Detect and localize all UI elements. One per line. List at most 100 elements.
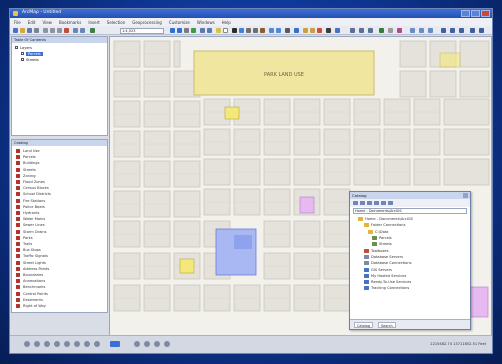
menu-edit[interactable]: Edit (28, 20, 36, 25)
toggle-contents-icon[interactable] (374, 201, 379, 205)
text-tool-icon[interactable] (450, 28, 455, 33)
redo-icon[interactable] (80, 28, 85, 33)
print-icon[interactable] (34, 28, 39, 33)
spatial-analyst-icon[interactable] (397, 28, 402, 33)
toc-layer-parcels[interactable]: Parcels (21, 51, 43, 56)
select-features-icon[interactable] (216, 28, 221, 33)
next-extent-icon[interactable] (207, 28, 212, 33)
catalog-window-header[interactable]: Catalog (350, 192, 470, 199)
layout-toggle-icon[interactable] (84, 341, 90, 347)
options-icon[interactable] (388, 201, 393, 205)
catalog-icon[interactable] (310, 28, 315, 33)
page-prev-icon[interactable] (34, 341, 40, 347)
editor-toolbar-icon[interactable] (294, 28, 299, 33)
menu-geoprocessing[interactable]: Geoprocessing (132, 20, 162, 25)
paste-icon[interactable] (57, 28, 62, 33)
page-first-icon[interactable] (24, 341, 30, 347)
highlighted-parcel-pink[interactable] (299, 196, 315, 214)
go-to-xy-icon[interactable] (276, 28, 281, 33)
arctoolbox-icon[interactable] (317, 28, 322, 33)
search-icon[interactable] (350, 28, 355, 33)
toolbar-options-icon[interactable] (388, 28, 393, 33)
layer-checkbox[interactable] (21, 58, 24, 61)
undo-icon[interactable] (73, 28, 78, 33)
zoom-fixed-in-icon[interactable] (154, 341, 160, 347)
toc-root[interactable]: Layers (15, 45, 32, 50)
zoom-100-icon[interactable] (144, 341, 150, 347)
full-extent-icon[interactable] (191, 28, 196, 33)
menu-view[interactable]: View (42, 20, 52, 25)
new-document-icon[interactable] (13, 28, 18, 33)
active-view-indicator[interactable] (110, 341, 120, 347)
menu-insert[interactable]: Insert (88, 20, 99, 25)
catalog-location-input[interactable]: Home - Documents\ArcGIS (353, 208, 467, 214)
maximize-icon[interactable] (471, 10, 480, 17)
highlighted-parcel-yellow-2[interactable] (439, 52, 461, 68)
find-icon[interactable] (269, 28, 274, 33)
catalog-item[interactable]: Right of Way (16, 303, 46, 309)
tab-catalog[interactable]: Catalog (354, 322, 374, 328)
cut-icon[interactable] (43, 28, 48, 33)
toolbox-icon (16, 254, 20, 259)
selected-parcel-detail[interactable] (234, 235, 252, 249)
clear-selection-icon[interactable] (223, 28, 228, 33)
zoom-out-icon[interactable] (177, 28, 182, 33)
menu-selection[interactable]: Selection (107, 20, 125, 25)
select-elements-icon[interactable] (232, 28, 237, 33)
copy-icon[interactable] (50, 28, 55, 33)
zoom-in-icon[interactable] (170, 28, 175, 33)
up-one-level-icon[interactable] (353, 201, 358, 205)
menu-file[interactable]: File (14, 20, 21, 25)
expand-icon[interactable] (15, 46, 18, 49)
highlighted-parcel-yellow[interactable] (224, 106, 240, 120)
data-view-icon[interactable] (368, 28, 373, 33)
title-bar[interactable]: ArcMap - Untitled (10, 9, 492, 18)
routing-icon[interactable] (419, 28, 424, 33)
minimize-icon[interactable] (461, 10, 470, 17)
close-icon[interactable] (481, 10, 490, 17)
save-icon[interactable] (27, 28, 32, 33)
html-popup-icon[interactable] (253, 28, 258, 33)
refresh-icon[interactable] (64, 341, 70, 347)
refresh-icon[interactable] (381, 201, 386, 205)
menu-help[interactable]: Help (222, 20, 231, 25)
data-toggle-icon[interactable] (94, 341, 100, 347)
connect-folder-icon[interactable] (367, 201, 372, 205)
close-icon[interactable] (463, 193, 468, 198)
home-icon[interactable] (360, 201, 365, 205)
pan-icon[interactable] (184, 28, 189, 33)
fill-color-icon[interactable] (470, 28, 475, 33)
measure-icon[interactable] (260, 28, 265, 33)
highlighted-parcel-yellow-3[interactable] (179, 258, 195, 274)
geocoding-icon[interactable] (428, 28, 433, 33)
menu-customize[interactable]: Customize (169, 20, 190, 25)
font-color-icon[interactable] (459, 28, 464, 33)
open-folder-icon[interactable] (20, 28, 25, 33)
add-data-icon[interactable] (90, 28, 95, 33)
delete-icon[interactable] (64, 28, 69, 33)
table-of-contents-icon[interactable] (303, 28, 308, 33)
python-icon[interactable] (326, 28, 331, 33)
layout-view-icon[interactable] (359, 28, 364, 33)
hyperlink-icon[interactable] (246, 28, 251, 33)
zoom-whole-page-icon[interactable] (134, 341, 140, 347)
zoom-fixed-out-icon[interactable] (164, 341, 170, 347)
menu-windows[interactable]: Windows (197, 20, 215, 25)
model-builder-icon[interactable] (335, 28, 340, 33)
menu-bookmarks[interactable]: Bookmarks (59, 20, 81, 25)
network-analyst-icon[interactable] (410, 28, 415, 33)
catalog-tree-item[interactable]: Tracking Connections (364, 285, 409, 291)
page-last-icon[interactable] (54, 341, 60, 347)
tab-search[interactable]: Search (378, 322, 396, 328)
pause-drawing-icon[interactable] (74, 341, 80, 347)
line-color-icon[interactable] (479, 28, 484, 33)
identify-icon[interactable] (239, 28, 244, 33)
drawing-icon[interactable] (441, 28, 446, 33)
previous-extent-icon[interactable] (200, 28, 205, 33)
map-scale-input[interactable]: 1:4,523 (120, 27, 164, 34)
time-slider-icon[interactable] (285, 28, 290, 33)
georeference-icon[interactable] (379, 28, 384, 33)
toc-layer-streets[interactable]: Streets (21, 57, 39, 62)
layer-checkbox[interactable] (21, 52, 24, 55)
page-next-icon[interactable] (44, 341, 50, 347)
